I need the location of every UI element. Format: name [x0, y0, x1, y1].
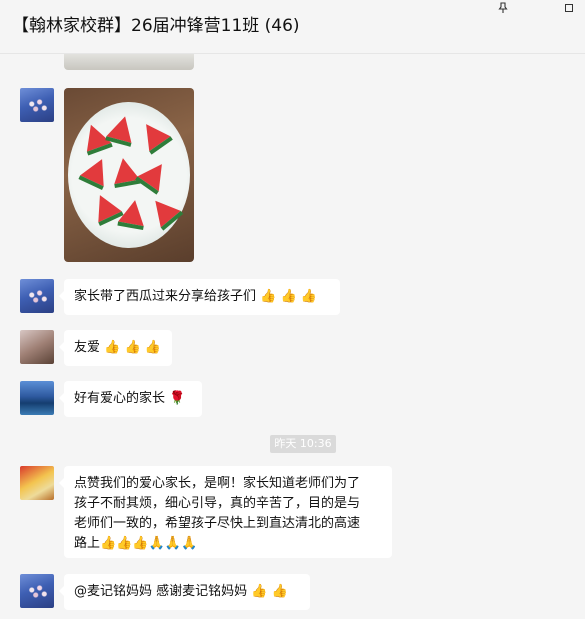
- thumbs-up-icon: 👍: [132, 536, 149, 551]
- message-bubble[interactable]: 家长带了西瓜过来分享给孩子们 👍 👍 👍: [59, 279, 340, 315]
- message-line: 路上👍👍👍🙏🙏🙏: [74, 534, 382, 554]
- message-bubble[interactable]: 点赞我们的爱心家长，是啊！家长知道老师们为了 孩子不耐其烦，细心引导，真的辛苦了…: [59, 466, 392, 558]
- clap-icon: 🙏: [164, 536, 181, 551]
- previous-image-fragment[interactable]: [64, 54, 194, 70]
- avatar[interactable]: [20, 279, 54, 313]
- clap-icon: 🙏: [180, 536, 198, 551]
- message-line: 孩子不耐其烦，细心引导，真的辛苦了，目的是与: [74, 496, 361, 511]
- message-text: 友爱: [74, 340, 101, 355]
- maximize-icon[interactable]: [556, 0, 582, 16]
- chat-area: 家长带了西瓜过来分享给孩子们 👍 👍 👍 友爱 👍 👍 👍 好有爱心的家长 🌹 …: [0, 54, 585, 619]
- watermelon-photo[interactable]: [64, 88, 194, 262]
- rose-icon: 🌹: [169, 391, 186, 406]
- thumbs-up-icon: 👍: [300, 289, 317, 304]
- thumbs-up-icon: 👍: [271, 584, 288, 599]
- message-bubble[interactable]: @麦记铭妈妈 感谢麦记铭妈妈 👍 👍: [59, 574, 310, 610]
- message-bubble[interactable]: 友爱 👍 👍 👍: [59, 330, 172, 366]
- avatar[interactable]: [20, 88, 54, 122]
- thumbs-up-icon: 👍: [260, 289, 277, 304]
- avatar[interactable]: [20, 381, 54, 415]
- thumbs-up-icon: 👍: [124, 340, 141, 355]
- chat-title: 【翰林家校群】26届冲锋营11班 (46): [12, 16, 300, 36]
- avatar[interactable]: [20, 330, 54, 364]
- pin-icon[interactable]: [490, 0, 516, 16]
- clap-icon: 🙏: [148, 536, 165, 551]
- avatar[interactable]: [20, 466, 54, 500]
- message-line: 老师们一致的，希望孩子尽快上到直达清北的高速: [74, 516, 361, 531]
- message-text: 好有爱心的家长: [74, 391, 166, 406]
- thumbs-up-icon: 👍: [100, 536, 117, 551]
- thumbs-up-icon: 👍: [280, 289, 297, 304]
- watermelon-slice: [118, 197, 148, 227]
- message-text: 家长带了西瓜过来分享给孩子们: [74, 289, 257, 304]
- thumbs-up-icon: 👍: [104, 340, 121, 355]
- message-bubble[interactable]: 好有爱心的家长 🌹: [59, 381, 202, 417]
- title-bar: 【翰林家校群】26届冲锋营11班 (46): [0, 0, 585, 54]
- avatar[interactable]: [20, 574, 54, 608]
- thumbs-up-icon: 👍: [116, 536, 133, 551]
- message-text: 路上: [74, 536, 101, 551]
- thumbs-up-icon: 👍: [251, 584, 268, 599]
- thumbs-up-icon: 👍: [144, 340, 161, 355]
- message-line: 点赞我们的爱心家长，是啊！家长知道老师们为了: [74, 476, 361, 491]
- timestamp: 昨天 10:36: [270, 435, 336, 453]
- message-text: @麦记铭妈妈 感谢麦记铭妈妈: [74, 584, 248, 599]
